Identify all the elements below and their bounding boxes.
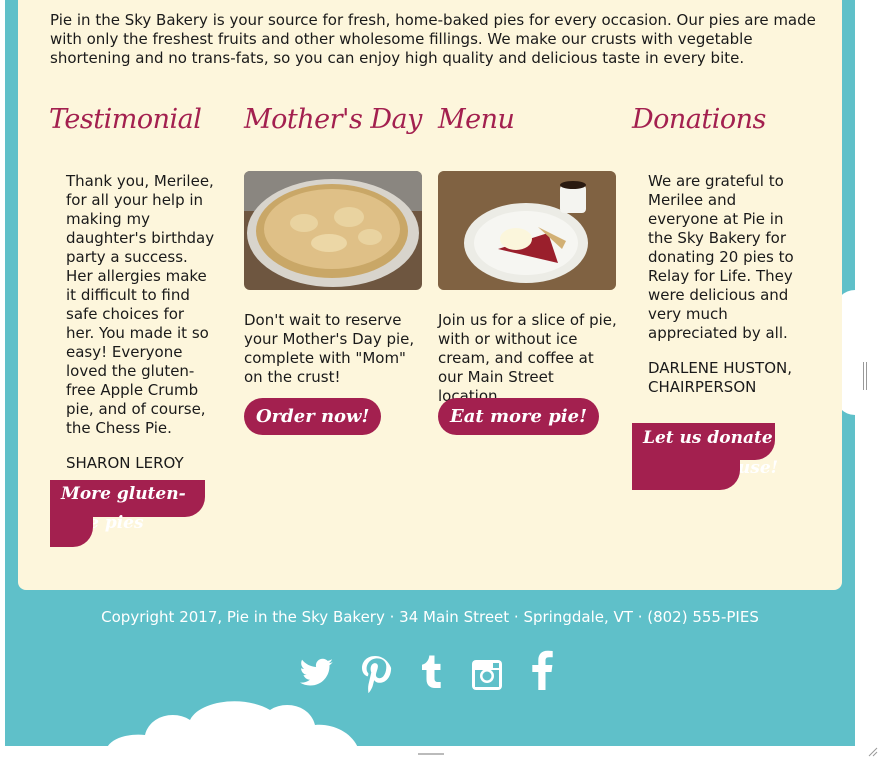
mothers-day-text: Don't wait to reserve your Mother's Day … [244,311,415,386]
donations-signature: DARLENE HUSTON, CHAIRPERSON [648,359,793,396]
tumblr-icon[interactable] [412,648,452,694]
donations-heading: Donations [632,104,766,135]
copyright-text: Copyright 2017, Pie in the Sky Bakery · … [101,608,759,626]
intro-text: Pie in the Sky Bakery is your source for… [50,11,816,67]
pinterest-icon[interactable] [355,648,395,694]
more-gluten-free-button-tail[interactable] [50,514,93,547]
testimonial-section: Testimonial Thank you, Merilee, for all … [49,100,231,472]
eat-more-pie-button[interactable]: Eat more pie! [438,398,599,435]
page-viewport: Pie in the Sky Bakery is your source for… [5,0,855,746]
donate-button-tail[interactable] [632,457,740,490]
vertical-scrollbar[interactable] [855,0,882,759]
more-gluten-free-button[interactable]: More gluten-free pies [50,480,205,533]
resize-handle-icon[interactable] [868,747,878,757]
mothers-day-section: Mother's Day Don't wait to reserve your … [244,100,426,435]
cloud-decoration-bottom [108,701,357,746]
scrollbar-grip[interactable] [863,362,867,390]
menu-section: Menu Join us for a slice of pie, with or… [438,100,620,435]
testimonial-author: SHARON LEROY [66,454,184,472]
horizontal-resize-grip[interactable] [418,753,444,755]
menu-heading: Menu [438,104,515,135]
social-links [5,648,855,694]
donations-text: We are grateful to Merilee and everyone … [648,172,794,342]
pie-slice-coffee-photo [438,171,616,290]
donations-section: Donations We are grateful to Merilee and… [632,100,814,396]
testimonial-heading: Testimonial [49,104,202,135]
facebook-icon[interactable] [523,648,563,694]
menu-text: Join us for a slice of pie, with or with… [438,311,617,405]
instagram-icon[interactable] [467,648,507,694]
order-now-button[interactable]: Order now! [244,398,382,435]
testimonial-quote: Thank you, Merilee, for all your help in… [66,172,215,437]
content-card: Pie in the Sky Bakery is your source for… [18,0,842,590]
donate-button[interactable]: Let us donate to your cause! [632,423,778,478]
mothers-day-heading: Mother's Day [244,104,422,135]
whole-pie-photo [244,171,422,290]
twitter-icon[interactable] [297,648,337,694]
